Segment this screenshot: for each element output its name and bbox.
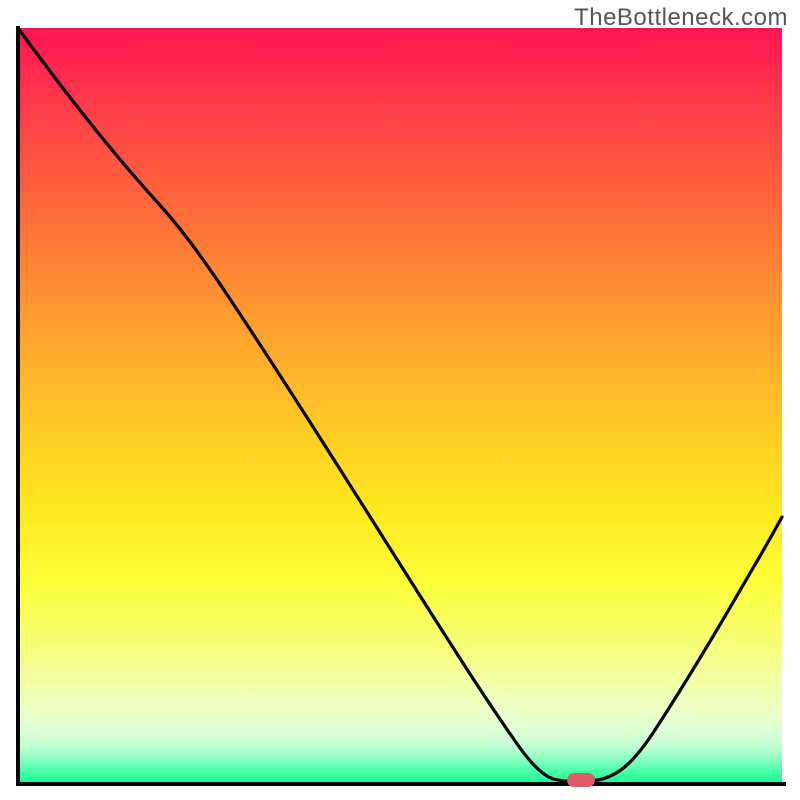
bottleneck-curve (18, 28, 782, 782)
watermark-text: TheBottleneck.com (574, 4, 788, 32)
optimum-marker (567, 773, 595, 787)
x-axis-line (16, 782, 786, 786)
y-axis-line (16, 26, 20, 786)
chart-stage: TheBottleneck.com (0, 0, 800, 800)
curve-path (18, 28, 782, 781)
